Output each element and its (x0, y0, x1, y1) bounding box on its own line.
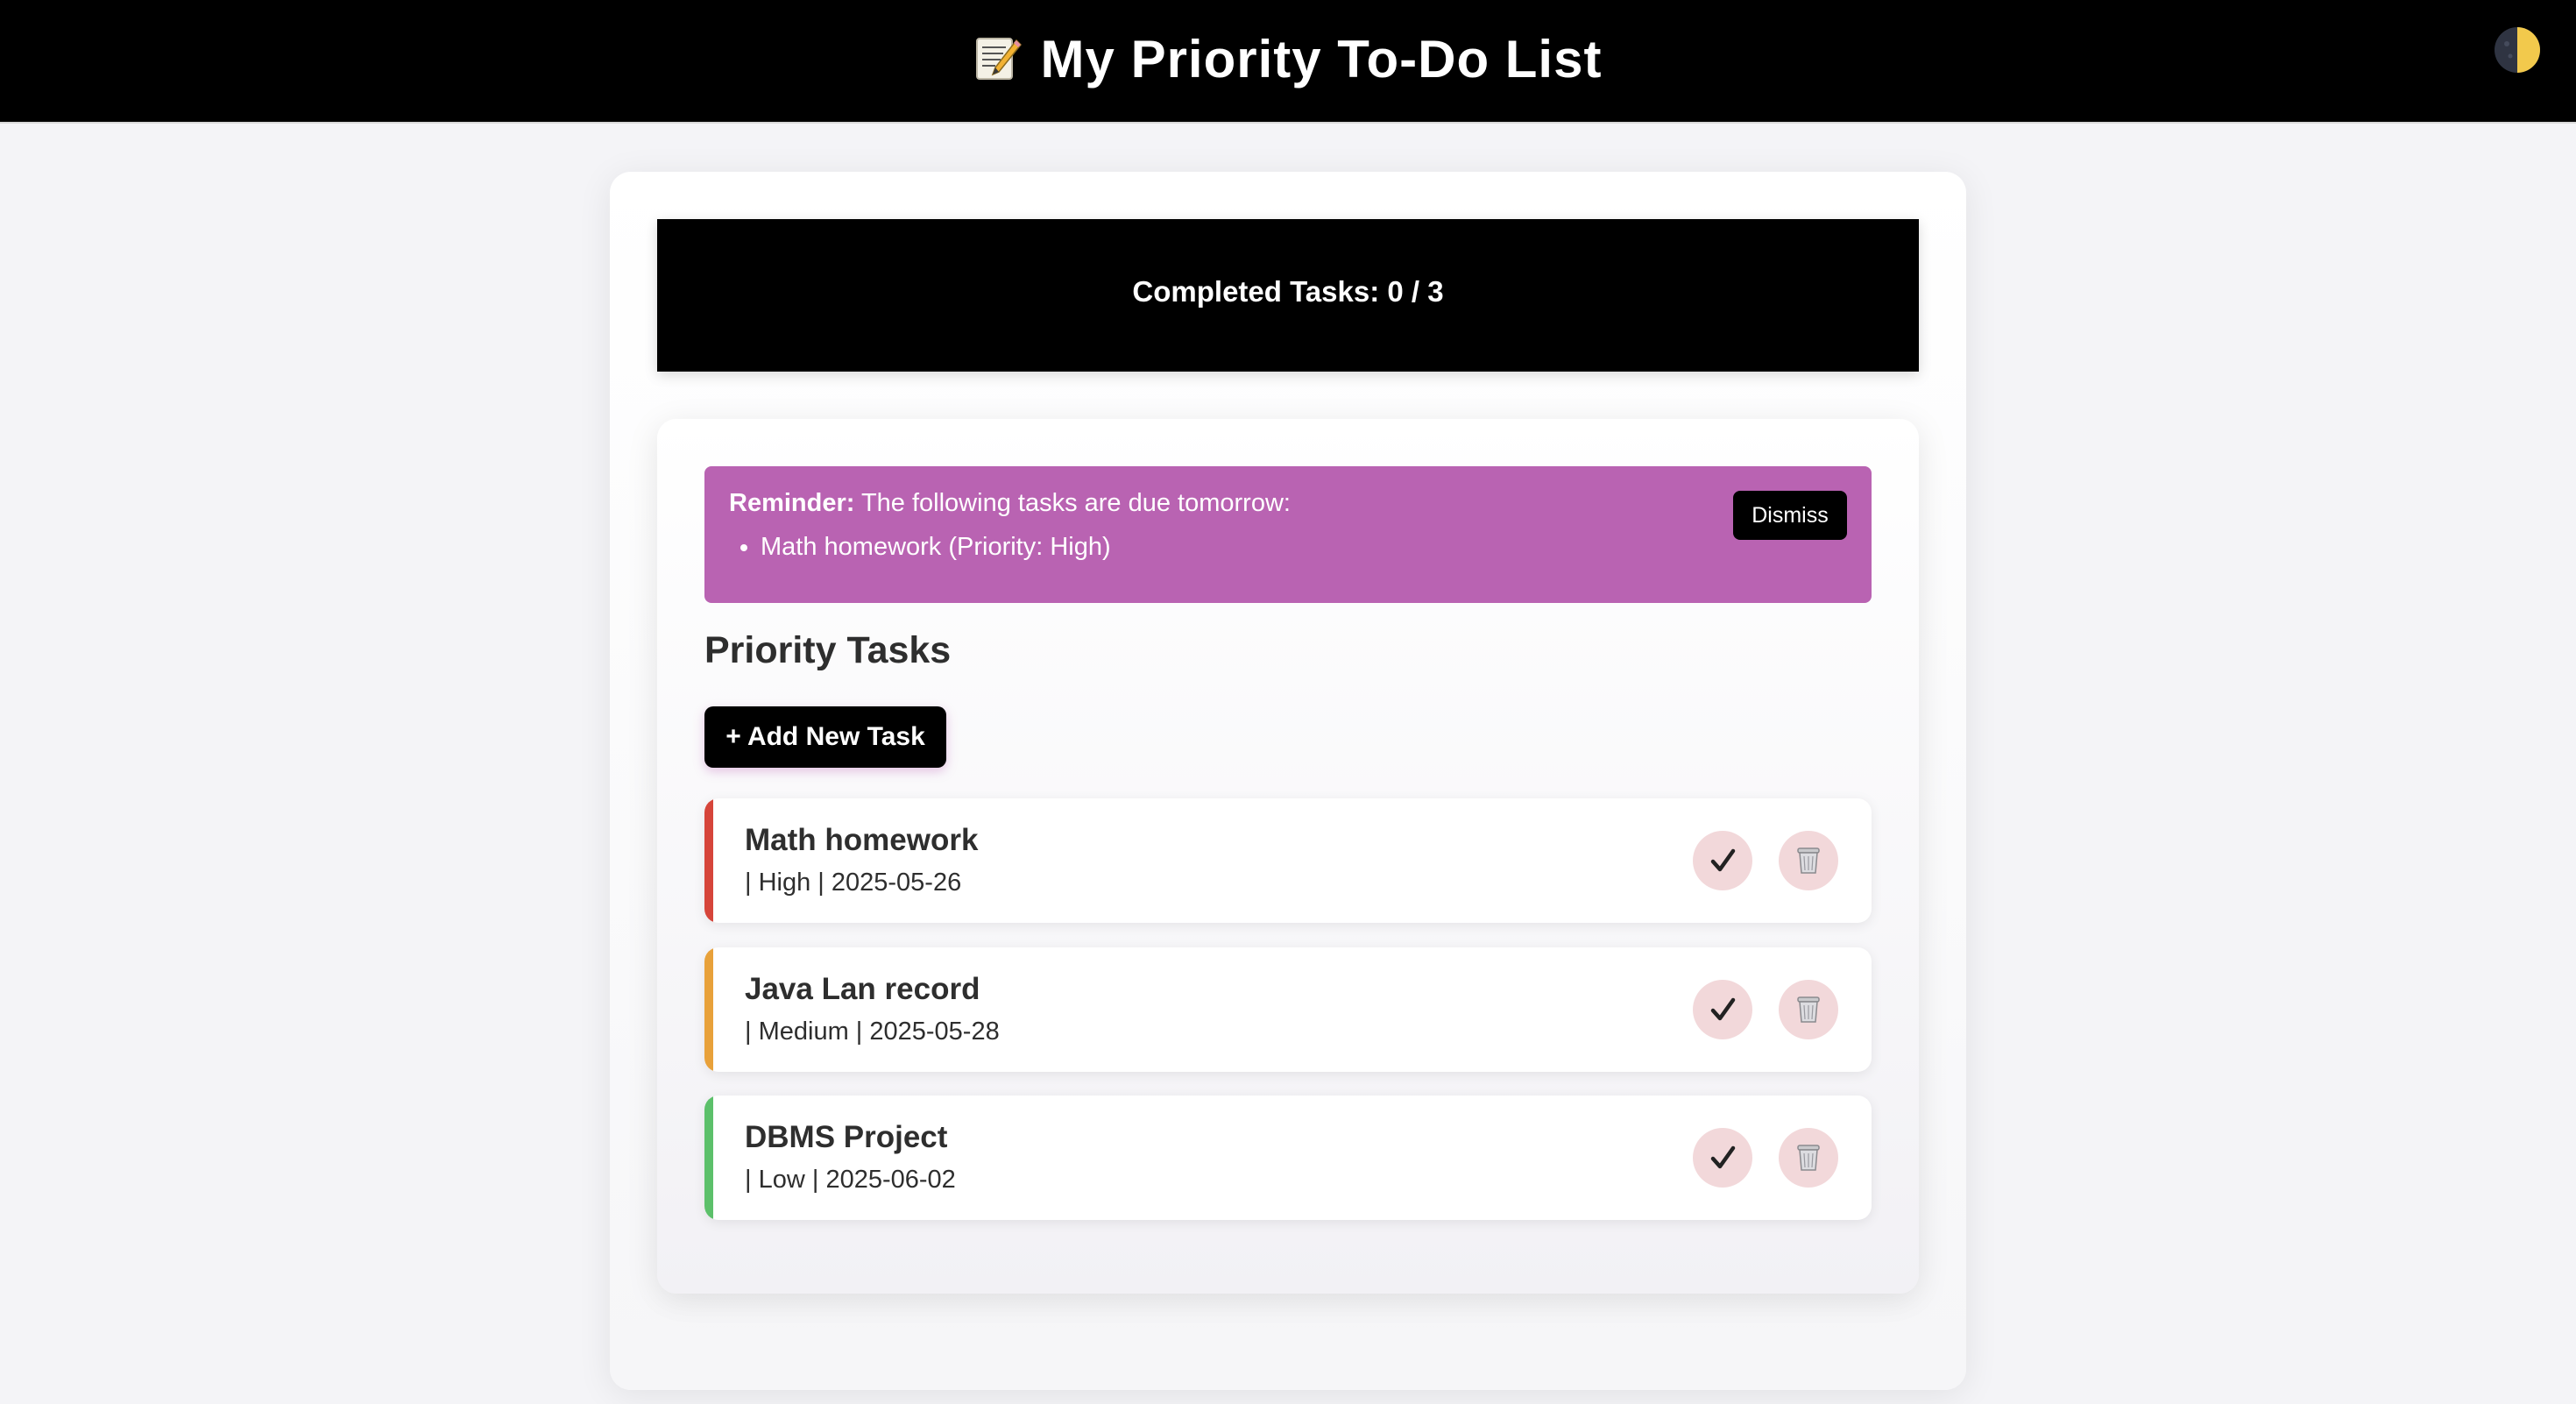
task-meta: | Medium | 2025-05-28 (745, 1018, 1000, 1046)
reminder-task-item: Math homework (Priority: High) (761, 533, 1111, 562)
delete-task-button[interactable] (1779, 1128, 1838, 1188)
tasks-card: Reminder: The following tasks are due to… (657, 419, 1919, 1294)
reminder-message: Reminder: The following tasks are due to… (729, 489, 1291, 518)
complete-task-button[interactable] (1693, 1128, 1752, 1188)
half-moon-icon[interactable] (2494, 26, 2541, 74)
delete-task-button[interactable] (1779, 980, 1838, 1039)
top-header: My Priority To-Do List (0, 0, 2576, 124)
progress-banner: Completed Tasks: 0 / 3 (657, 219, 1919, 372)
priority-indicator-medium (704, 947, 713, 1072)
trash-can-icon (1797, 1145, 1820, 1171)
reminder-text: The following tasks are due tomorrow: (854, 489, 1291, 517)
priority-indicator-low (704, 1096, 713, 1220)
checkmark-icon (1710, 1145, 1736, 1169)
delete-task-button[interactable] (1779, 831, 1838, 890)
task-item: Java Lan record | Medium | 2025-05-28 (704, 947, 1872, 1072)
checkmark-icon (1710, 997, 1736, 1021)
task-name: DBMS Project (745, 1120, 948, 1154)
reminder-label: Reminder: (729, 489, 855, 517)
reminder-alert: Reminder: The following tasks are due to… (704, 466, 1872, 603)
app-title-text: My Priority To-Do List (1040, 30, 1603, 89)
task-item: Math homework | High | 2025-05-26 (704, 798, 1872, 923)
trash-can-icon (1797, 996, 1820, 1023)
memo-icon (974, 32, 1022, 81)
app-title: My Priority To-Do List (0, 26, 2576, 93)
main-panel: Completed Tasks: 0 / 3 Reminder: The fol… (610, 172, 1966, 1390)
dismiss-button[interactable]: Dismiss (1733, 491, 1847, 540)
checkmark-icon (1710, 848, 1736, 872)
task-name: Java Lan record (745, 972, 980, 1006)
complete-task-button[interactable] (1693, 980, 1752, 1039)
complete-task-button[interactable] (1693, 831, 1752, 890)
add-new-task-button[interactable]: + Add New Task (704, 706, 946, 768)
priority-indicator-high (704, 798, 713, 923)
section-title: Priority Tasks (704, 629, 952, 671)
completed-tasks-counter: Completed Tasks: 0 / 3 (1132, 275, 1444, 308)
task-meta: | Low | 2025-06-02 (745, 1166, 956, 1194)
task-name: Math homework (745, 823, 979, 857)
task-meta: | High | 2025-05-26 (745, 869, 962, 897)
reminder-task-list: Math homework (Priority: High) (729, 533, 1111, 562)
task-item: DBMS Project | Low | 2025-06-02 (704, 1096, 1872, 1220)
trash-can-icon (1797, 847, 1820, 874)
